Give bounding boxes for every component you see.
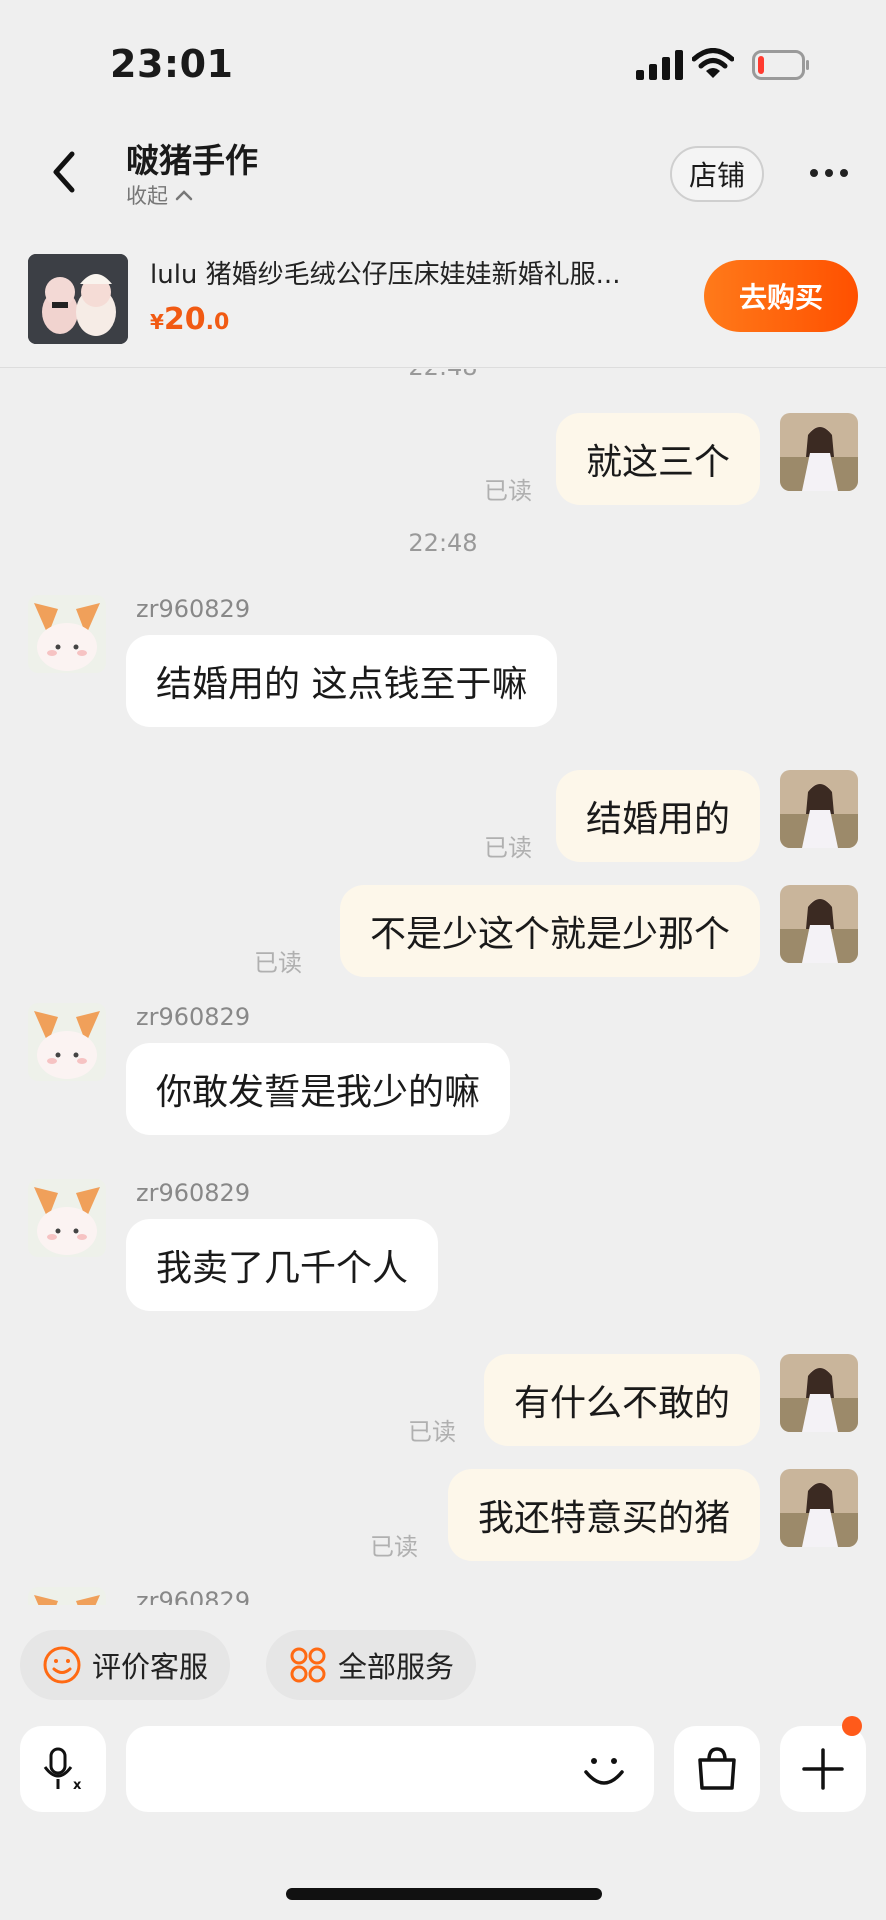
my-avatar[interactable] xyxy=(780,770,858,848)
message-bubble-out[interactable]: 结婚用的 xyxy=(555,770,760,862)
quick-actions: 评价客服 全部服务 xyxy=(0,1630,886,1702)
status-bar: 23:01 xyxy=(0,0,886,120)
all-services-button[interactable]: 全部服务 xyxy=(266,1630,477,1700)
status-time: 23:01 xyxy=(110,42,234,86)
sender-name: zr960829 xyxy=(136,1587,251,1605)
read-receipt: 已读 xyxy=(484,834,532,862)
message-bubble-in[interactable]: 我卖了几千个人 xyxy=(126,1219,439,1311)
smile-icon[interactable] xyxy=(578,1744,630,1796)
message-bubble-in[interactable]: 结婚用的 这点钱至于嘛 xyxy=(126,635,558,727)
chat-messages[interactable]: 22:48 就这三个 已读 22:48 zr960829 结婚用的 这点钱至于嘛… xyxy=(0,369,886,1605)
signal-icon xyxy=(636,50,683,80)
my-avatar[interactable] xyxy=(780,413,858,491)
my-avatar[interactable] xyxy=(780,1469,858,1547)
chat-header: 啵猪手作 收起 店铺 xyxy=(0,120,886,240)
timestamp: 22:48 xyxy=(408,529,478,557)
rate-service-button[interactable]: 评价客服 xyxy=(20,1630,231,1700)
all-services-label: 全部服务 xyxy=(338,1650,455,1684)
seller-avatar[interactable] xyxy=(28,1179,106,1257)
sender-name: zr960829 xyxy=(136,1003,251,1031)
shop-name[interactable]: 啵猪手作 xyxy=(126,134,258,182)
mic-translate-icon: x xyxy=(43,1747,82,1793)
read-receipt: 已读 xyxy=(484,477,532,505)
svg-text:x: x xyxy=(73,1778,82,1793)
sender-name: zr960829 xyxy=(136,595,251,623)
my-avatar[interactable] xyxy=(780,885,858,963)
input-bar: x xyxy=(0,1716,886,1812)
product-card[interactable]: lulu 猪婚纱毛绒公仔压床娃娃新婚礼服... ¥20.0 去购买 xyxy=(0,240,886,368)
plus-icon xyxy=(802,1748,844,1790)
grid-services-icon xyxy=(290,1647,326,1683)
rate-service-label: 评价客服 xyxy=(92,1650,209,1684)
seller-avatar[interactable] xyxy=(28,1003,106,1081)
seller-avatar[interactable] xyxy=(28,1587,106,1605)
more-dots-icon[interactable] xyxy=(810,158,856,188)
product-image[interactable] xyxy=(28,254,128,344)
home-indicator[interactable] xyxy=(286,1888,602,1900)
voice-button[interactable]: x xyxy=(20,1726,106,1812)
shopping-bag-icon xyxy=(698,1747,736,1790)
shopping-bag-button[interactable] xyxy=(674,1726,760,1812)
seller-avatar[interactable] xyxy=(28,595,106,673)
message-input[interactable] xyxy=(126,1726,654,1812)
store-button[interactable]: 店铺 xyxy=(670,146,764,202)
smile-circle-icon xyxy=(43,1646,81,1684)
wifi-icon xyxy=(692,48,734,78)
message-bubble-in[interactable]: 你敢发誓是我少的嘛 xyxy=(126,1043,511,1135)
message-bubble-out[interactable]: 不是少这个就是少那个 xyxy=(339,885,760,977)
chevron-left-icon[interactable] xyxy=(42,144,90,200)
read-receipt: 已读 xyxy=(370,1533,418,1561)
more-actions-button[interactable] xyxy=(780,1726,866,1812)
message-bubble-out[interactable]: 就这三个 xyxy=(555,413,760,505)
my-avatar[interactable] xyxy=(780,1354,858,1432)
collapse-toggle[interactable]: 收起 xyxy=(126,180,194,210)
message-bubble-out[interactable]: 有什么不敢的 xyxy=(483,1354,760,1446)
product-title[interactable]: lulu 猪婚纱毛绒公仔压床娃娃新婚礼服... xyxy=(150,254,680,291)
message-bubble-out[interactable]: 我还特意买的猪 xyxy=(447,1469,760,1561)
timestamp: 22:48 xyxy=(0,369,886,381)
read-receipt: 已读 xyxy=(408,1418,456,1446)
product-price: ¥20.0 xyxy=(150,302,230,337)
read-receipt: 已读 xyxy=(254,949,302,977)
collapse-label: 收起 xyxy=(126,184,168,208)
buy-button[interactable]: 去购买 xyxy=(704,260,858,332)
notification-dot xyxy=(842,1716,862,1736)
battery-icon xyxy=(752,50,809,80)
sender-name: zr960829 xyxy=(136,1179,251,1207)
chevron-up-icon xyxy=(175,190,193,201)
